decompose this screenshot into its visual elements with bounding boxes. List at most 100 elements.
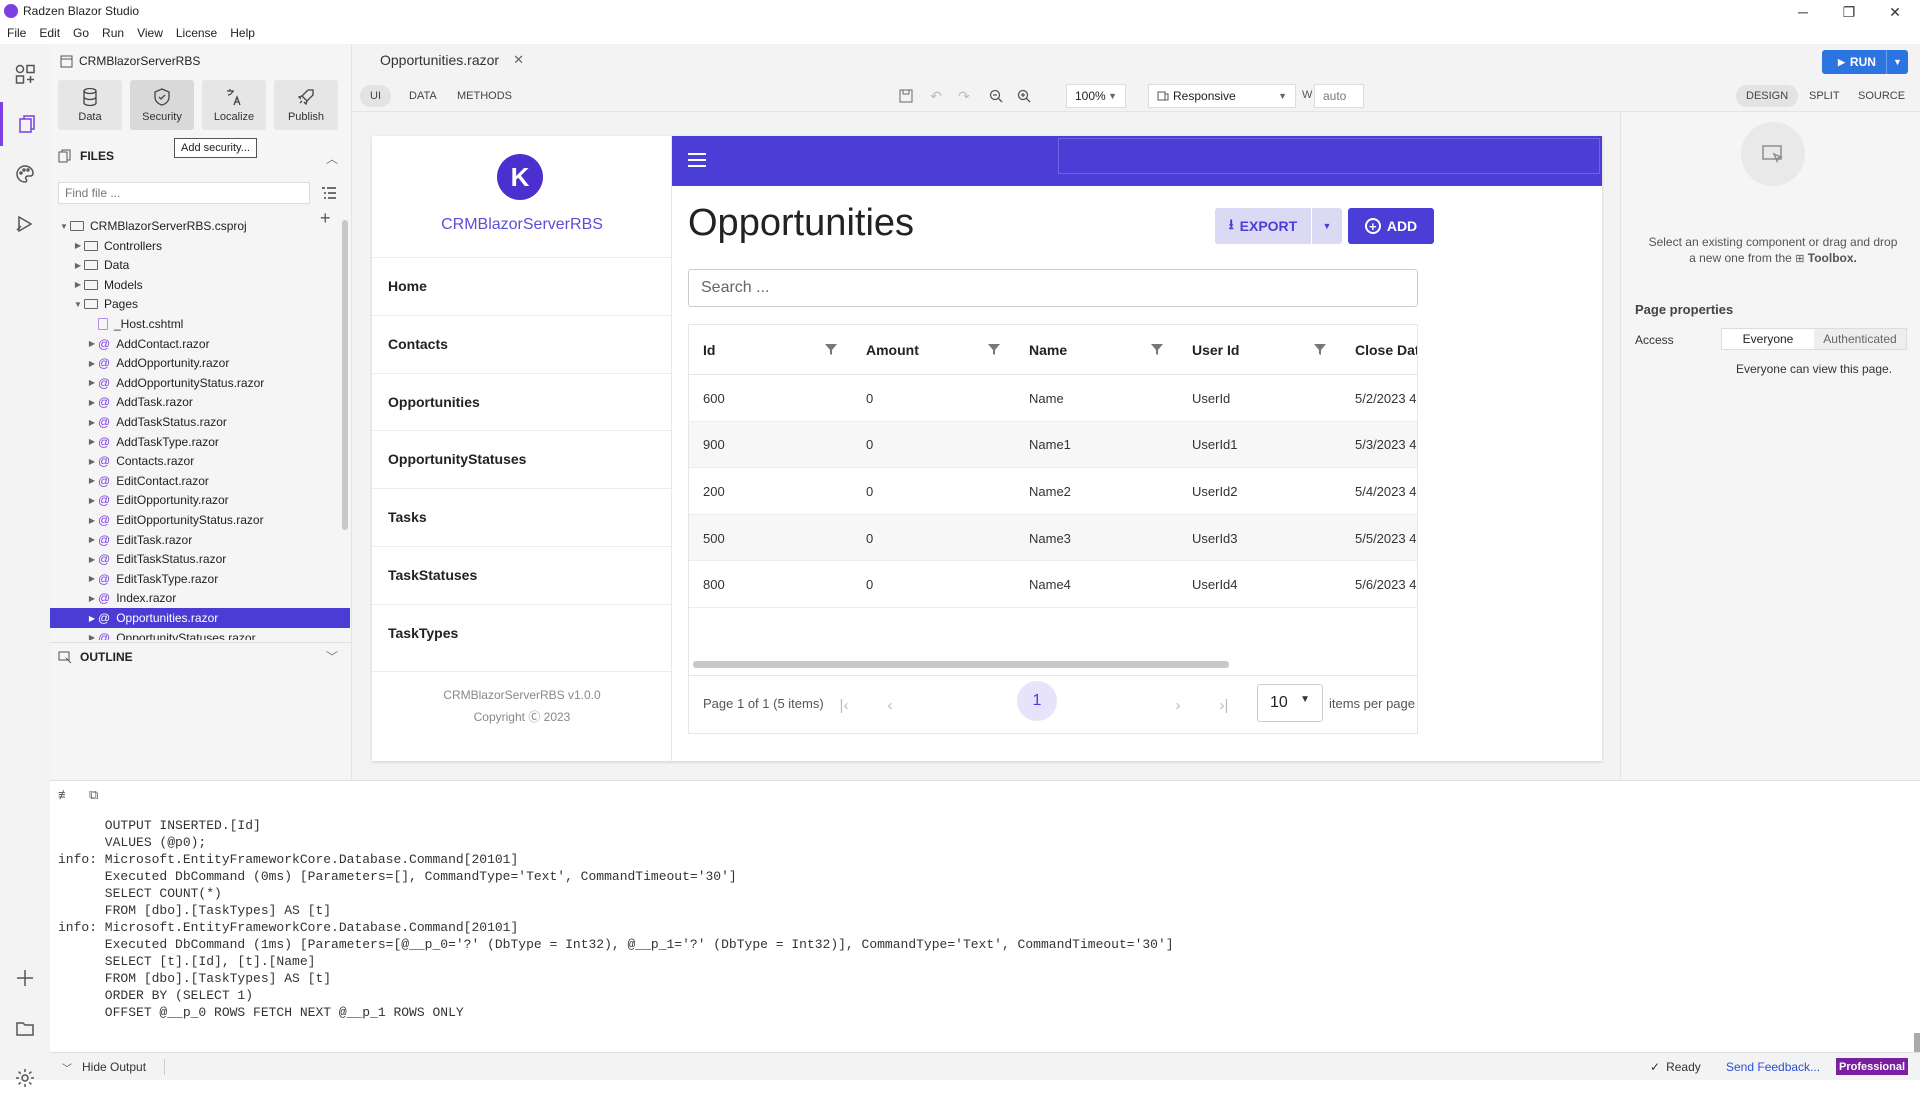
zoom-in-icon[interactable] (1014, 86, 1034, 106)
table-row[interactable]: 600 0 Name UserId 5/2/2023 4:0 (689, 375, 1417, 422)
menu-view[interactable]: View (130, 24, 169, 44)
outline-header[interactable]: OUTLINE ﹀ (50, 642, 352, 670)
collapsed-arrow-icon[interactable]: ▶ (86, 457, 98, 466)
tab-methods[interactable]: METHODS (447, 85, 522, 107)
table-row[interactable]: 900 0 Name1 UserId1 5/3/2023 4:0 (689, 421, 1417, 469)
device-select[interactable]: Responsive ▼ (1148, 84, 1296, 108)
settings-icon[interactable] (0, 1056, 50, 1100)
app-nav-item[interactable]: Contacts (372, 314, 672, 372)
grid-column-header[interactable]: Name (1015, 325, 1067, 375)
collapsed-arrow-icon[interactable]: ▶ (86, 476, 98, 485)
file-tree-item[interactable]: ▶ @ Opportunities.razor (50, 608, 350, 628)
access-everyone-option[interactable]: Everyone (1722, 329, 1814, 349)
file-tree-item[interactable]: ▶ @ Index.razor (50, 588, 340, 608)
export-options-button[interactable]: ▼ (1312, 208, 1342, 244)
collapsed-arrow-icon[interactable]: ▶ (86, 555, 98, 564)
components-icon[interactable] (0, 52, 50, 96)
app-nav-item[interactable]: TaskTypes (372, 603, 672, 661)
collapsed-arrow-icon[interactable]: ▶ (72, 241, 84, 250)
collapsed-arrow-icon[interactable]: ▶ (86, 339, 98, 348)
export-button[interactable]: ⭳ EXPORT (1215, 208, 1311, 244)
collapsed-arrow-icon[interactable]: ▶ (86, 359, 98, 368)
table-row[interactable]: 500 0 Name3 UserId3 5/5/2023 4:0 (689, 514, 1417, 562)
collapsed-arrow-icon[interactable]: ▶ (86, 574, 98, 583)
filter-icon[interactable] (823, 341, 839, 357)
file-tree-scrollbar[interactable] (342, 220, 348, 530)
publish-button[interactable]: Publish (274, 80, 338, 130)
collapsed-arrow-icon[interactable]: ▶ (86, 437, 98, 446)
search-input[interactable]: Search ... (688, 269, 1418, 307)
page-size-select[interactable]: 10 ▼ (1257, 684, 1323, 722)
toolbox-link[interactable]: Toolbox. (1808, 251, 1857, 265)
collapsed-arrow-icon[interactable]: ▶ (86, 614, 98, 623)
file-tree-item[interactable]: _Host.cshtml (50, 314, 340, 334)
file-tree-item[interactable]: ▶ @ AddContact.razor (50, 334, 340, 354)
app-nav-item[interactable]: Home (372, 257, 672, 314)
filter-icon[interactable] (1312, 341, 1328, 357)
tab-split[interactable]: SPLIT (1799, 85, 1850, 107)
files-header[interactable]: FILES (58, 149, 114, 163)
collapsed-arrow-icon[interactable]: ▶ (86, 516, 98, 525)
file-tree-item[interactable]: ▶ @ AddOpportunityStatus.razor (50, 373, 340, 393)
redo-icon[interactable]: ↷ (954, 86, 974, 106)
hamburger-menu-icon[interactable] (688, 153, 706, 167)
tree-options-icon[interactable] (321, 185, 337, 206)
menu-file[interactable]: File (0, 24, 32, 44)
file-tree-item[interactable]: ▶ @ Contacts.razor (50, 451, 340, 471)
tab-design[interactable]: DESIGN (1736, 85, 1799, 107)
copy-output-icon[interactable]: ⧉ (89, 787, 98, 803)
app-nav-item[interactable]: Tasks (372, 488, 672, 545)
tab-source[interactable]: SOURCE (1848, 85, 1915, 107)
file-tree-item[interactable]: ▶ @ EditTaskStatus.razor (50, 549, 340, 569)
grid-column-header[interactable]: User Id (1178, 325, 1239, 375)
zoom-select[interactable]: 100% ▼ (1066, 84, 1126, 108)
file-tree-item[interactable]: ▶ @ EditTaskType.razor (50, 569, 340, 589)
file-tree-item[interactable]: ▶ @ EditOpportunityStatus.razor (50, 510, 340, 530)
grid-column-header[interactable]: Amount (852, 325, 919, 375)
output-scrollbar[interactable] (1914, 1033, 1920, 1053)
grid-horizontal-scrollbar[interactable] (693, 661, 1229, 668)
file-tree-item[interactable]: ▼ Pages (50, 294, 340, 314)
table-row[interactable]: 200 0 Name2 UserId2 5/4/2023 4:0 (689, 468, 1417, 515)
file-tree-item[interactable]: ▶ @ AddTaskStatus.razor (50, 412, 340, 432)
grid-column-header[interactable]: Close Date (1341, 325, 1417, 375)
file-tree-item[interactable]: ▶ @ EditContact.razor (50, 471, 340, 491)
close-window-button[interactable]: ✕ (1872, 0, 1918, 24)
security-button[interactable]: Security (130, 80, 194, 130)
collapsed-arrow-icon[interactable]: ▶ (72, 280, 84, 289)
add-button[interactable]: + ADD (1348, 208, 1434, 244)
file-tree-item[interactable]: ▼ CRMBlazorServerRBS.csproj (50, 216, 340, 236)
expand-outline-icon[interactable]: ﹀ (326, 648, 338, 665)
table-row[interactable]: 800 0 Name4 UserId4 5/6/2023 4:0 (689, 561, 1417, 608)
menu-license[interactable]: License (169, 24, 223, 44)
collapsed-arrow-icon[interactable]: ▶ (86, 535, 98, 544)
app-preview[interactable]: K CRMBlazorServerRBS Home Contacts Opportu… (372, 136, 1602, 761)
minimize-button[interactable]: ─ (1780, 0, 1826, 24)
save-icon[interactable] (896, 86, 916, 106)
menu-edit[interactable]: Edit (32, 24, 66, 44)
filter-icon[interactable] (1149, 341, 1165, 357)
grid-column-header[interactable]: Id (689, 325, 715, 375)
menu-go[interactable]: Go (66, 24, 95, 44)
deploy-icon[interactable] (0, 202, 50, 246)
file-tree-item[interactable]: ▶ Models (50, 275, 340, 295)
collapse-files-icon[interactable]: ︿ (326, 150, 338, 167)
filter-icon[interactable] (986, 341, 1002, 357)
collapsed-arrow-icon[interactable]: ▶ (86, 594, 98, 603)
file-tree-item[interactable]: ▶ @ AddTaskType.razor (50, 432, 340, 452)
collapsed-arrow-icon[interactable]: ▶ (86, 496, 98, 505)
undo-icon[interactable]: ↶ (926, 86, 946, 106)
file-tree-item[interactable]: ▶ @ AddOpportunity.razor (50, 353, 340, 373)
file-tree-item[interactable]: ▶ @ AddTask.razor (50, 392, 340, 412)
expanded-arrow-icon[interactable]: ▼ (58, 222, 70, 231)
previous-page-icon[interactable]: ‹ (875, 690, 905, 720)
tab-opportunities-razor[interactable]: Opportunities.razor ✕ (364, 44, 540, 80)
collapsed-arrow-icon[interactable]: ▶ (86, 378, 98, 387)
file-tree-item[interactable]: ▶ @ EditOpportunity.razor (50, 490, 340, 510)
last-page-icon[interactable]: ›| (1209, 690, 1239, 720)
palette-icon[interactable] (0, 152, 50, 196)
file-tree-item[interactable]: ▶ @ OpportunityStatuses.razor (50, 628, 340, 640)
collapsed-arrow-icon[interactable]: ▶ (86, 633, 98, 640)
app-nav-item[interactable]: Opportunities (372, 372, 672, 430)
clear-output-icon[interactable]: ≢ (58, 787, 71, 803)
